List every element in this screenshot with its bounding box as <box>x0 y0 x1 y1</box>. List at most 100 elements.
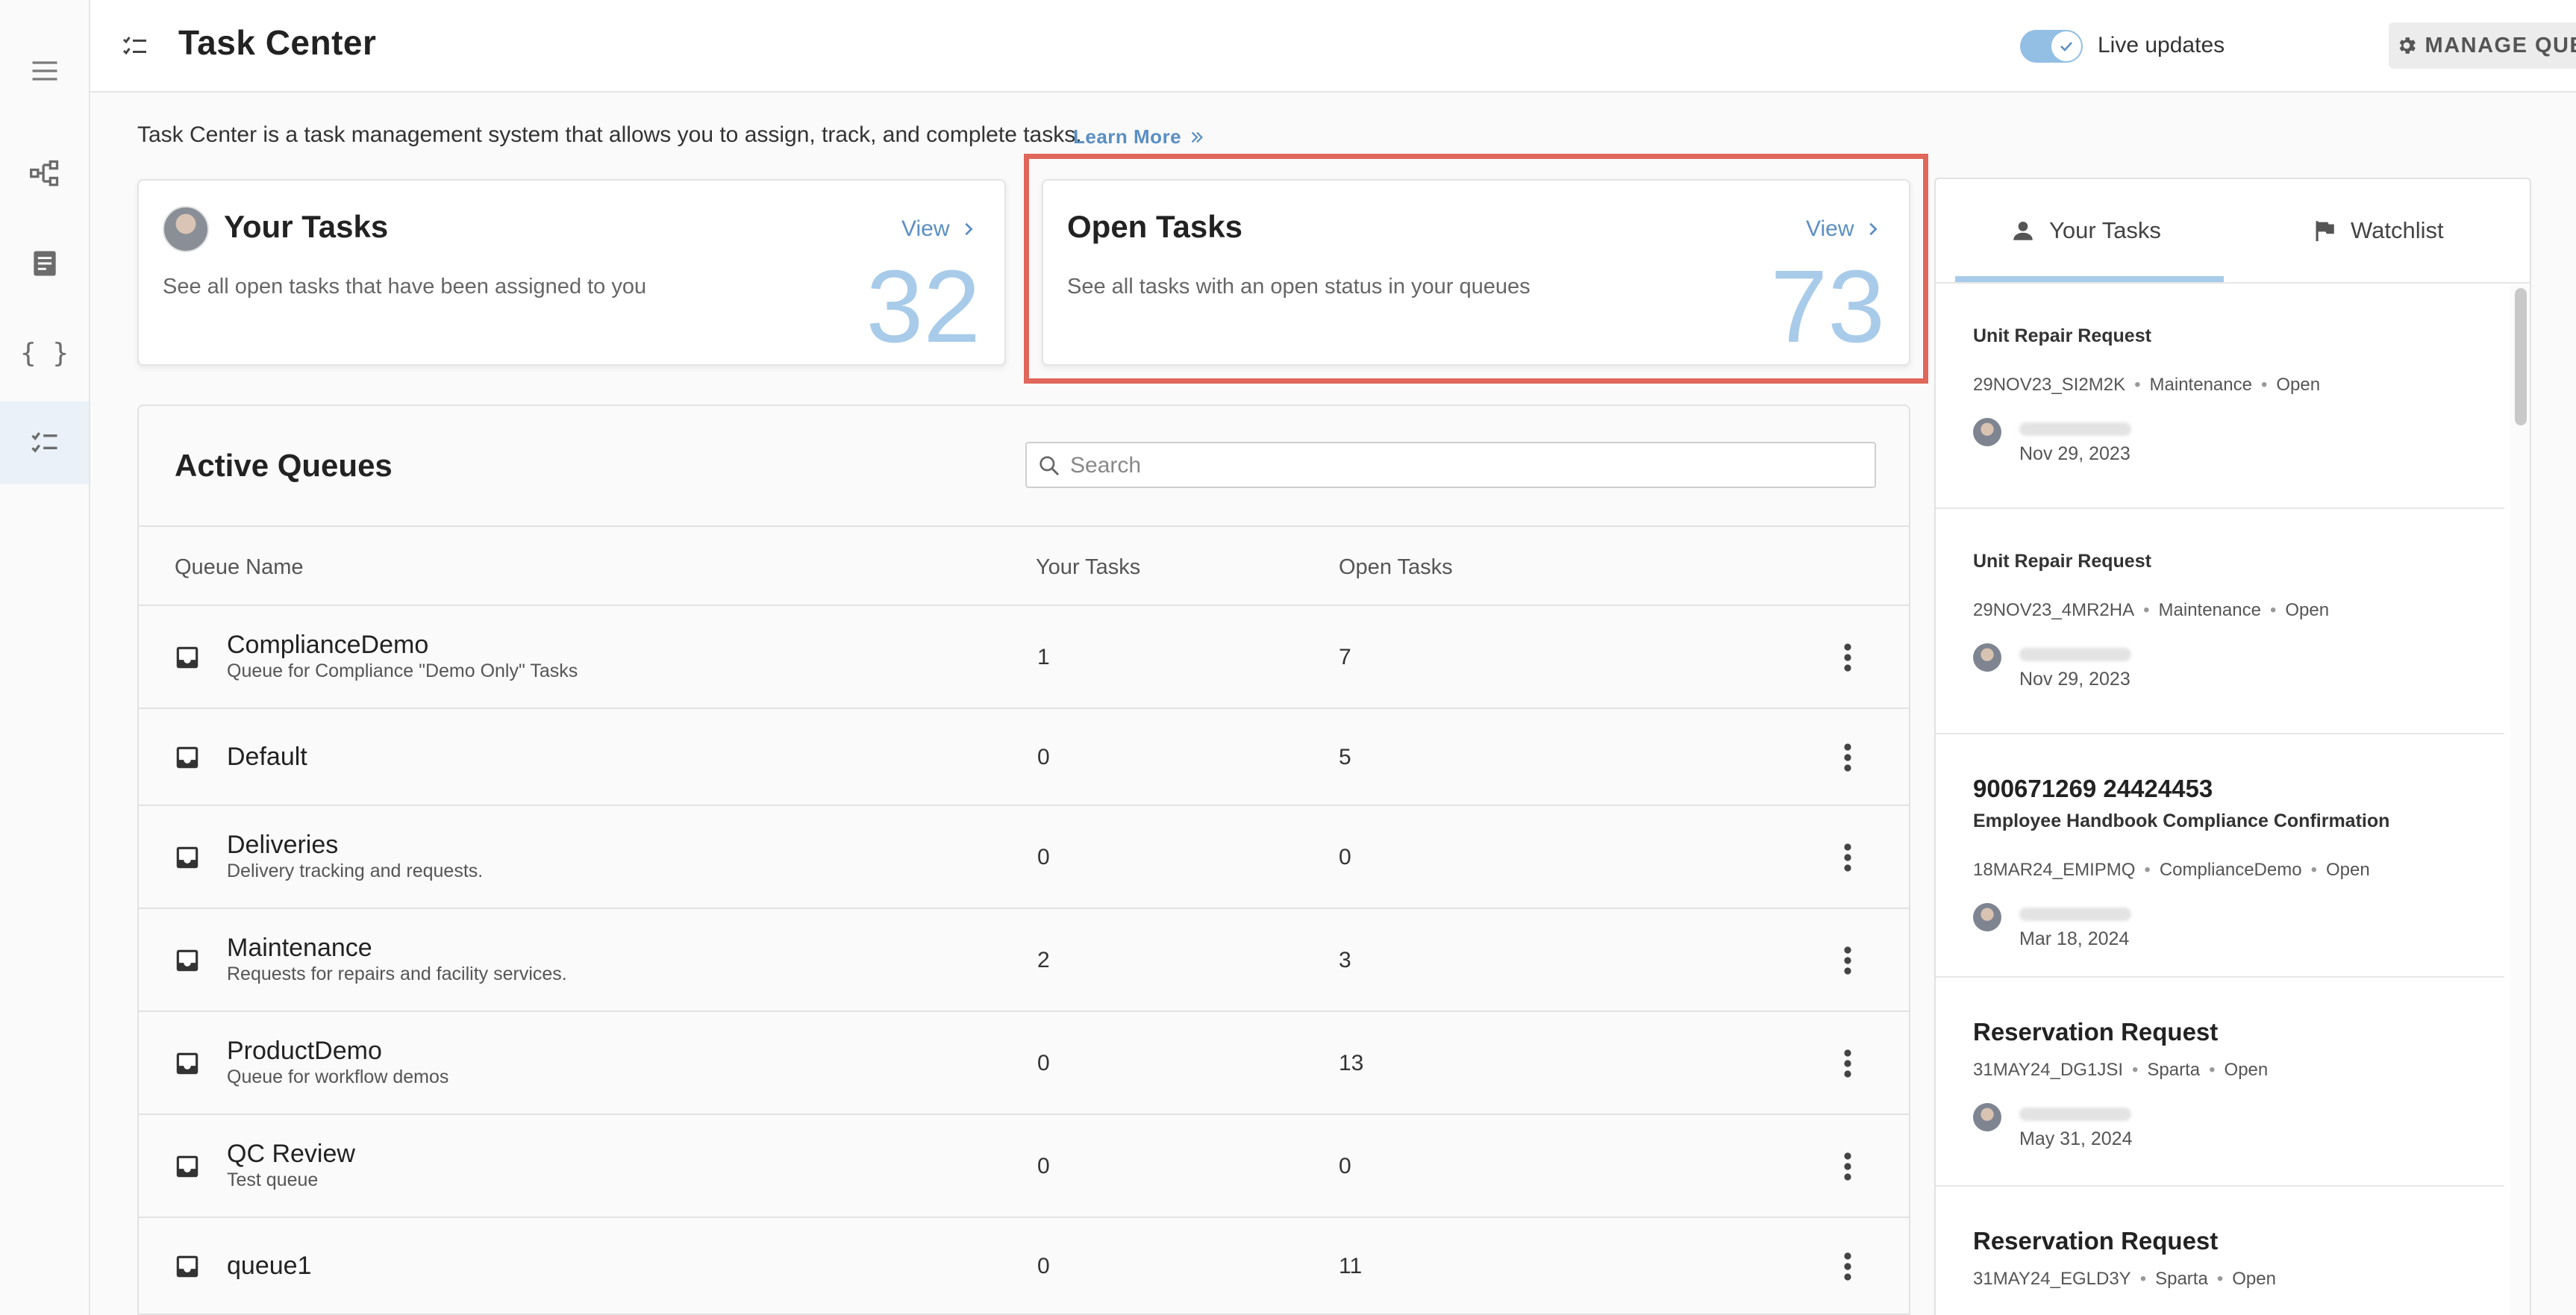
task-status: Open <box>2285 600 2330 620</box>
queue-open-tasks-count: 13 <box>1339 1051 1364 1075</box>
task-card[interactable]: Reservation Request 31MAY24_DG1JSI • Sparta… <box>1936 978 2504 1187</box>
task-card[interactable]: Reservation Request 31MAY24_EGLD3Y • Sparta… <box>1936 1187 2504 1315</box>
queue-name: ProductDemo <box>227 1037 382 1065</box>
queue-open-tasks-count: 3 <box>1339 948 1351 972</box>
menu-button[interactable] <box>0 30 89 112</box>
task-status: Open <box>2224 1060 2269 1080</box>
task-card[interactable]: Unit Repair Request 29NOV23_4MR2HA • Mainte… <box>1936 509 2504 734</box>
tab-your-tasks[interactable]: Your Tasks <box>2010 179 2161 282</box>
queue-description: Delivery tracking and requests. <box>227 860 484 881</box>
more-options-icon[interactable] <box>1842 843 1854 872</box>
document-icon <box>33 251 56 276</box>
more-options-icon[interactable] <box>1842 1252 1854 1281</box>
intro-text: Task Center is a task management system … <box>137 122 1082 147</box>
assignee-avatar <box>1973 643 2001 672</box>
queue-your-tasks-count: 0 <box>1037 845 1050 869</box>
more-options-icon[interactable] <box>1842 1152 1854 1181</box>
task-card[interactable]: 900671269 24424453 Employee Handbook Comp… <box>1936 734 2504 978</box>
inbox-icon <box>176 846 198 869</box>
manage-queues-button[interactable]: MANAGE QUEUES <box>2389 22 2576 69</box>
chevron-right-icon <box>965 222 973 236</box>
task-id: 18MAR24_EMIPMQ <box>1973 860 2136 880</box>
task-date: Mar 18, 2024 <box>2019 928 2130 949</box>
task-title: Employee Handbook Compliance Confirmatio… <box>1973 810 2390 831</box>
assignee-avatar <box>1973 1103 2001 1131</box>
queue-your-tasks-count: 0 <box>1037 1254 1050 1278</box>
more-options-icon[interactable] <box>1842 946 1854 975</box>
task-heading: Reservation Request <box>1973 1018 2219 1046</box>
task-card[interactable]: Unit Repair Request 29NOV23_SI2M2K • Mainte… <box>1936 284 2504 509</box>
queue-row[interactable]: Default 0 5 <box>139 709 1909 806</box>
nav-code[interactable]: { } <box>0 312 89 394</box>
live-updates-toggle[interactable] <box>2020 30 2083 63</box>
assignee-name-redacted <box>2019 422 2131 436</box>
queue-search <box>1025 442 1876 488</box>
task-meta: 31MAY24_DG1JSI • Sparta • Open <box>1973 1060 2269 1080</box>
queue-row[interactable]: Deliveries Delivery tracking and requests… <box>139 806 1909 909</box>
learn-more-link[interactable]: Learn More <box>1073 125 1207 149</box>
your-tasks-view-link[interactable]: View <box>901 216 977 242</box>
tab-watchlist[interactable]: Watchlist <box>2312 179 2444 282</box>
task-heading: 900671269 24424453 <box>1973 775 2213 802</box>
task-queue: Maintenance <box>2158 600 2261 620</box>
task-date: Nov 29, 2023 <box>2019 669 2130 690</box>
person-icon <box>2013 221 2033 240</box>
manage-queues-label: MANAGE QUEUES <box>2425 33 2576 57</box>
queue-row[interactable]: ComplianceDemo Queue for Compliance "Demo… <box>139 606 1909 709</box>
search-input[interactable] <box>1070 449 1861 482</box>
queue-row[interactable]: queue1 0 11 <box>139 1218 1909 1315</box>
task-status: Open <box>2232 1269 2276 1289</box>
queue-description: Test queue <box>227 1169 319 1190</box>
task-date: Nov 29, 2023 <box>2019 443 2130 464</box>
queue-open-tasks-count: 5 <box>1339 745 1351 769</box>
page-title: Task Center <box>178 23 377 62</box>
queue-row[interactable]: ProductDemo Queue for workflow demos 0 13 <box>139 1012 1909 1115</box>
your-tasks-card[interactable]: Your Tasks View See all open tasks that … <box>137 179 1006 366</box>
nav-task-center[interactable] <box>0 402 89 484</box>
queue-open-tasks-count: 7 <box>1339 645 1351 669</box>
queue-description: Requests for repairs and facility servic… <box>227 963 567 984</box>
hamburger-menu-icon <box>32 61 57 81</box>
inbox-icon <box>176 1155 198 1178</box>
scrollbar-track[interactable] <box>2510 284 2530 1315</box>
more-options-icon[interactable] <box>1842 643 1854 672</box>
task-title: Unit Repair Request <box>1973 325 2151 346</box>
task-id: 31MAY24_DG1JSI <box>1973 1060 2123 1080</box>
assignee-name-redacted <box>2019 648 2131 661</box>
scrollbar-thumb[interactable] <box>2515 288 2527 425</box>
highlight-box <box>1024 154 1928 384</box>
workflow-icon <box>29 160 58 187</box>
task-status: Open <box>2276 375 2321 395</box>
left-nav-rail: { } <box>0 0 90 1315</box>
column-your-tasks: Your Tasks <box>1036 555 1141 579</box>
task-status: Open <box>2325 860 2370 880</box>
app-header: Task Center Live updates MANAGE QUEUES <box>90 0 2576 93</box>
queue-name: queue1 <box>227 1252 312 1280</box>
task-meta: 18MAR24_EMIPMQ • ComplianceDemo • Open <box>1973 860 2370 880</box>
task-title: Unit Repair Request <box>1973 551 2151 572</box>
double-chevron-right-icon <box>1191 131 1203 143</box>
task-meta: 29NOV23_SI2M2K • Maintenance • Open <box>1973 375 2321 395</box>
tasks-side-panel: Your Tasks Watchlist Unit Repair Request… <box>1934 178 2531 1315</box>
task-queue: Sparta <box>2155 1269 2208 1289</box>
nav-documents[interactable] <box>0 222 89 304</box>
queue-open-tasks-count: 0 <box>1339 1154 1351 1178</box>
nav-workflows[interactable] <box>0 133 89 215</box>
queue-your-tasks-count: 0 <box>1037 1154 1050 1178</box>
more-options-icon[interactable] <box>1842 743 1854 772</box>
queue-row[interactable]: QC Review Test queue 0 0 <box>139 1115 1909 1218</box>
queue-open-tasks-count: 0 <box>1339 845 1351 869</box>
flag-icon <box>2316 221 2334 242</box>
tab-your-tasks-label: Your Tasks <box>2049 217 2161 243</box>
task-checklist-icon <box>31 432 57 453</box>
task-meta: 29NOV23_4MR2HA • Maintenance • Open <box>1973 600 2330 620</box>
queue-your-tasks-count: 2 <box>1037 948 1050 972</box>
queue-row[interactable]: Maintenance Requests for repairs and faci… <box>139 909 1909 1012</box>
queue-name: QC Review <box>227 1140 355 1168</box>
task-heading: Reservation Request <box>1973 1227 2219 1255</box>
queue-your-tasks-count: 0 <box>1037 745 1050 769</box>
more-options-icon[interactable] <box>1842 1049 1854 1078</box>
queue-name: ComplianceDemo <box>227 631 429 659</box>
queue-description: Queue for Compliance "Demo Only" Tasks <box>227 660 578 681</box>
queue-your-tasks-count: 1 <box>1037 645 1050 669</box>
